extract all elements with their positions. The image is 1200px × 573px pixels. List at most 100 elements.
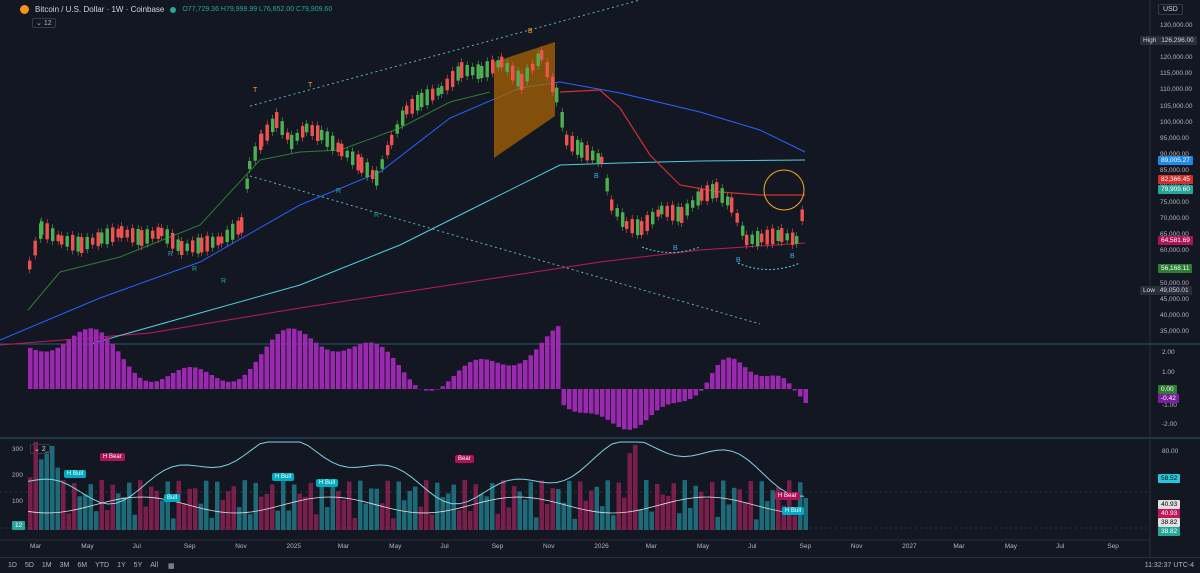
price-tag-short: 82,366.45 [1158, 175, 1193, 184]
time-tick: May [389, 543, 401, 550]
pattern-label: B [790, 253, 795, 260]
price-tag-support: 56,168.11 [1158, 264, 1192, 273]
rsi-panel-label: 2 [42, 446, 46, 453]
volume-bar [529, 482, 534, 530]
volume-bar [694, 486, 699, 530]
range-1d[interactable]: 1D [8, 562, 17, 569]
clock-readout[interactable]: 11:32:37 UTC-4 [1145, 562, 1194, 569]
macd-bar [710, 373, 715, 389]
volume-bar [375, 489, 380, 530]
pattern-label: B [528, 28, 533, 35]
macd-bar [364, 343, 369, 389]
macd-bar [232, 381, 237, 389]
macd-bar [721, 360, 726, 389]
macd-bar [171, 373, 176, 389]
macd-bar [507, 365, 512, 389]
time-tick: Jul [748, 543, 756, 550]
volume-bar [622, 498, 627, 530]
volume-bar [347, 482, 352, 530]
macd-bar [215, 378, 220, 389]
macd-bar [177, 370, 182, 389]
macd-bar [639, 389, 644, 425]
volume-bar [705, 499, 710, 530]
macd-bar [540, 343, 545, 389]
volume-bar [177, 481, 182, 530]
macd-bar [787, 383, 792, 389]
volume-bar [804, 498, 809, 530]
macd-bar [600, 389, 605, 417]
high-value: 126,296.00 [1161, 37, 1194, 44]
macd-bar [28, 348, 33, 389]
volume-bar [573, 519, 578, 530]
macd-bar [298, 331, 303, 389]
macd-bar [50, 350, 55, 389]
rsi-tag-value: 58.52 [1158, 474, 1180, 483]
price-tick: 110,000.00 [1160, 86, 1192, 93]
volume-bar [540, 481, 545, 530]
volume-bar [463, 480, 468, 530]
volume-bar [639, 510, 644, 530]
volume-bar [204, 481, 209, 530]
rsi-tag-a: 40.93 [1158, 500, 1180, 509]
volume-bar [606, 480, 611, 530]
volume-bar [144, 506, 149, 530]
volume-bar [232, 486, 237, 530]
range-3m[interactable]: 3M [60, 562, 70, 569]
time-tick: 2027 [902, 543, 916, 550]
pattern-label: R [192, 266, 197, 273]
range-ytd[interactable]: YTD [95, 562, 109, 569]
calendar-icon[interactable]: ▦ [168, 562, 175, 570]
macd-bar [331, 351, 336, 389]
volume-bar [72, 483, 77, 530]
high-label: High [1143, 37, 1156, 44]
range-5d[interactable]: 5D [25, 562, 34, 569]
macd-bar [666, 389, 671, 404]
macd-bar [138, 378, 143, 389]
channel-lower-line [250, 176, 760, 324]
macd-tag-value: -0.42 [1158, 394, 1179, 403]
range-5y[interactable]: 5Y [134, 562, 143, 569]
volume-bar [430, 515, 435, 530]
price-tick: 95,000.00 [1160, 135, 1189, 142]
macd-bar [276, 334, 281, 389]
volume-bar [749, 481, 754, 530]
volume-bar [760, 481, 765, 530]
range-6m[interactable]: 6M [77, 562, 87, 569]
macd-bar [287, 328, 292, 389]
macd-bar [705, 383, 710, 389]
range-all[interactable]: All [150, 562, 158, 569]
high-marker: High 126,296.00 [1140, 36, 1197, 45]
macd-tick: 1.00 [1162, 369, 1175, 376]
macd-bar [39, 351, 44, 389]
volume-bar [721, 481, 726, 530]
chart-canvas[interactable]: TTRRRRRBBBBB [0, 0, 1200, 572]
range-1y[interactable]: 1Y [117, 562, 126, 569]
macd-bar [237, 379, 242, 389]
volume-bar [490, 483, 495, 530]
macd-bar [754, 375, 759, 389]
volume-bar [496, 514, 501, 530]
price-tick: 40,000.00 [1160, 312, 1189, 319]
range-1m[interactable]: 1M [42, 562, 52, 569]
volume-bar [380, 503, 385, 530]
volume-bar [314, 514, 319, 530]
macd-bar [749, 372, 754, 389]
macd-bar [149, 382, 154, 389]
rsi-toggle[interactable]: ⌄ 2 [30, 444, 50, 454]
time-range-bar: 1D 5D 1M 3M 6M YTD 1Y 5Y All ▦ 11:32:37 … [0, 557, 1200, 573]
price-tick: 100,000.00 [1160, 119, 1193, 126]
rsi-tag-b: 40.93 [1158, 509, 1180, 518]
volume-bar [364, 504, 369, 530]
low-marker: Low 49,050.01 [1140, 286, 1192, 295]
volume-bar [254, 483, 259, 530]
macd-bar [644, 389, 649, 420]
volume-bar [215, 482, 220, 530]
volume-bar [193, 488, 198, 530]
time-tick: Mar [953, 543, 964, 550]
volume-bar [50, 446, 55, 530]
volume-bar [628, 453, 633, 530]
volume-bar [83, 494, 88, 530]
time-tick: Sep [184, 543, 196, 550]
macd-bar [243, 375, 248, 389]
macd-bar [578, 389, 583, 413]
